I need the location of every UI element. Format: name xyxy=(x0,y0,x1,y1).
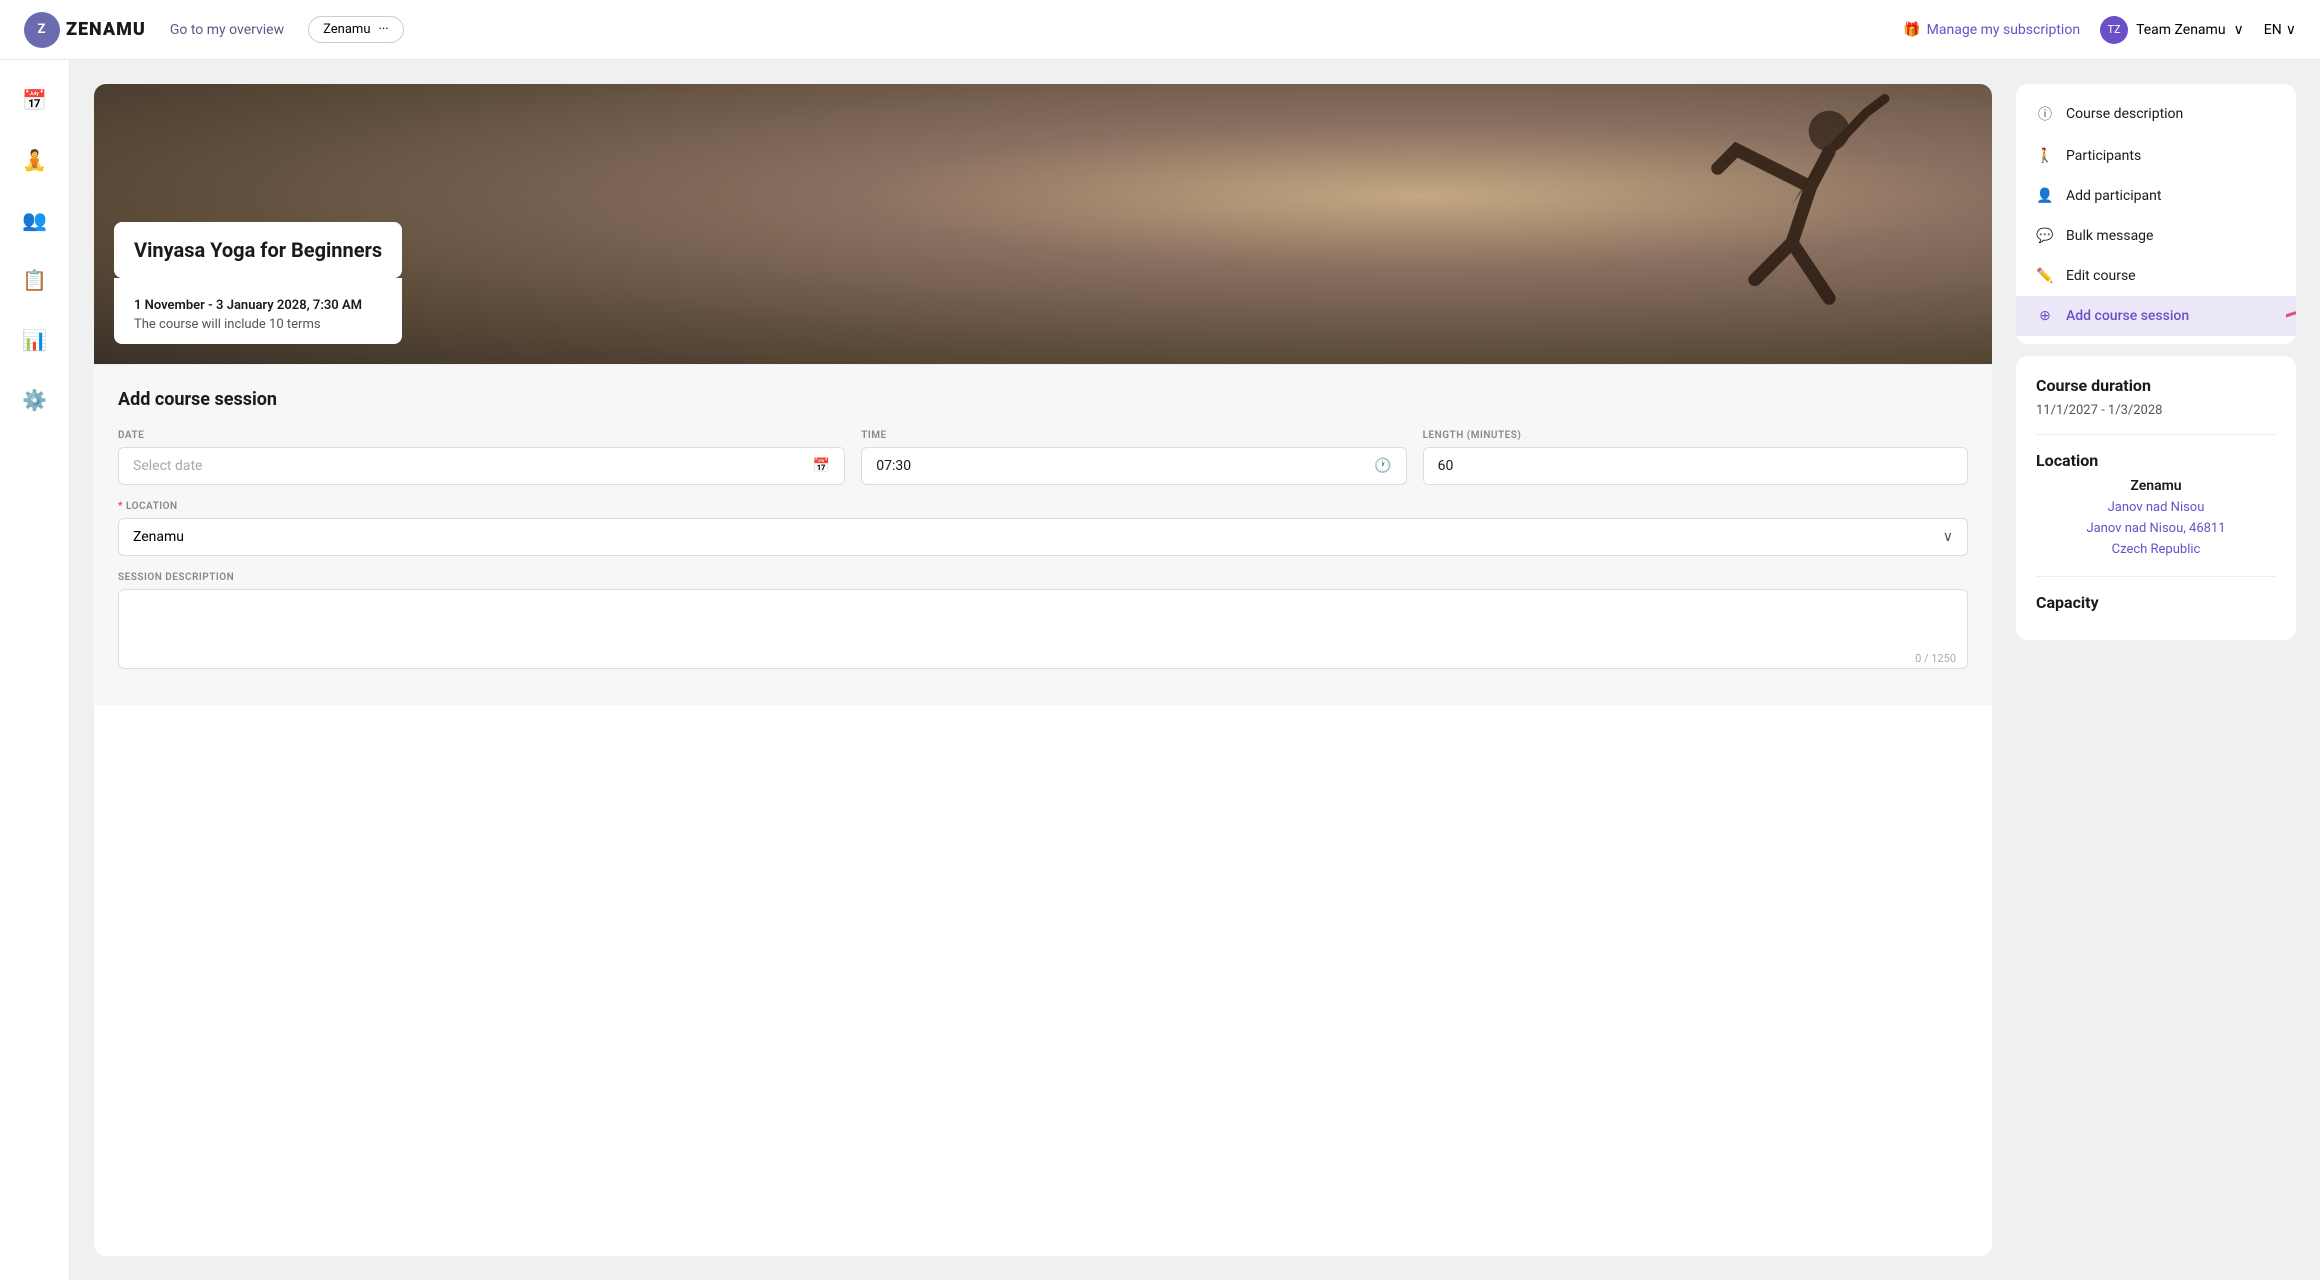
dots-icon: ··· xyxy=(379,22,389,37)
top-navigation: Z ZENAMU Go to my overview Zenamu ··· 🎁 … xyxy=(0,0,2320,60)
message-icon: 💬 xyxy=(2036,228,2054,244)
hero-overlay: Vinyasa Yoga for Beginners 1 November - … xyxy=(94,202,422,364)
gift-icon: 🎁 xyxy=(1903,22,1920,38)
sidebar-item-yoga[interactable]: 🧘 xyxy=(15,140,55,180)
nav-right: 🎁 Manage my subscription TZ Team Zenamu … xyxy=(1903,16,2296,44)
manage-subscription-label: Manage my subscription xyxy=(1927,22,2080,38)
language-label: EN xyxy=(2264,22,2282,38)
location-city: Janov nad Nisou Janov nad Nisou, 46811 C… xyxy=(2036,498,2276,560)
form-title: Add course session xyxy=(118,389,1968,410)
logo-text: ZENAMU xyxy=(66,19,146,40)
right-panel: ⓘ Course description 🚶 Participants 👤 Ad… xyxy=(2016,84,2296,1256)
length-input[interactable]: 60 xyxy=(1423,447,1968,485)
menu-label-add-session: Add course session xyxy=(2066,308,2189,324)
length-value: 60 xyxy=(1438,458,1454,474)
description-label: SESSION DESCRIPTION xyxy=(118,572,1968,583)
participants-icon: 🚶 xyxy=(2036,148,2054,164)
description-textarea[interactable] xyxy=(118,589,1968,669)
course-dates: 11/1/2027 - 1/3/2028 xyxy=(2036,403,2276,418)
description-group: SESSION DESCRIPTION 0 / 1250 xyxy=(118,572,1968,673)
workspace-pill[interactable]: Zenamu ··· xyxy=(308,16,404,43)
course-date-range: 1 November - 3 January 2028, 7:30 AM xyxy=(134,298,382,313)
menu-item-add-participant[interactable]: 👤 Add participant xyxy=(2016,176,2296,216)
logo: Z ZENAMU xyxy=(24,12,146,48)
description-textarea-container: 0 / 1250 xyxy=(118,589,1968,673)
language-selector[interactable]: EN ∨ xyxy=(2264,22,2296,38)
course-info-card: Course duration 11/1/2027 - 1/3/2028 Loc… xyxy=(2016,356,2296,640)
clock-icon: 🕐 xyxy=(1374,458,1391,474)
chevron-down-icon: ∨ xyxy=(2286,22,2296,38)
location-name: Zenamu xyxy=(2036,478,2276,494)
menu-label-add-participant: Add participant xyxy=(2066,188,2161,204)
form-row-1: DATE Select date 📅 TIME 07:30 🕐 xyxy=(118,430,1968,485)
time-group: TIME 07:30 🕐 xyxy=(861,430,1406,485)
add-session-form: Add course session DATE Select date 📅 TI… xyxy=(94,364,1992,705)
time-value: 07:30 xyxy=(876,458,1366,474)
date-input[interactable]: Select date 📅 xyxy=(118,447,845,485)
menu-item-edit-course[interactable]: ✏️ Edit course xyxy=(2016,256,2296,296)
sidebar-item-chart[interactable]: 📊 xyxy=(15,320,55,360)
length-label: LENGTH (MINUTES) xyxy=(1423,430,1968,441)
course-subtitle: The course will include 10 terms xyxy=(134,317,382,332)
right-menu: ⓘ Course description 🚶 Participants 👤 Ad… xyxy=(2016,84,2296,344)
chevron-down-icon: ∨ xyxy=(1943,529,1953,545)
yoga-figure-image xyxy=(1652,94,1932,354)
time-input[interactable]: 07:30 🕐 xyxy=(861,447,1406,485)
form-row-2: LOCATION Zenamu ∨ xyxy=(118,501,1968,556)
calendar-icon: 📅 xyxy=(813,458,830,474)
location-select[interactable]: Zenamu ∨ xyxy=(118,518,1968,556)
location-label: LOCATION xyxy=(118,501,1968,512)
location-group: LOCATION Zenamu ∨ xyxy=(118,501,1968,556)
capacity-title: Capacity xyxy=(2036,593,2276,612)
main-panel: Vinyasa Yoga for Beginners 1 November - … xyxy=(94,84,1992,1256)
sidebar-item-settings[interactable]: ⚙️ xyxy=(15,380,55,420)
overview-link[interactable]: Go to my overview xyxy=(170,22,284,38)
hero-image: Vinyasa Yoga for Beginners 1 November - … xyxy=(94,84,1992,364)
arrow-indicator xyxy=(2286,296,2296,336)
location-section-title: Location xyxy=(2036,451,2276,470)
menu-label-participants: Participants xyxy=(2066,148,2141,164)
sidebar: 📅 🧘 👥 📋 📊 ⚙️ xyxy=(0,60,70,1280)
course-title: Vinyasa Yoga for Beginners xyxy=(134,238,382,262)
char-count: 0 / 1250 xyxy=(1915,652,1956,665)
divider-2 xyxy=(2036,576,2276,577)
add-participant-icon: 👤 xyxy=(2036,188,2054,204)
content-area: Vinyasa Yoga for Beginners 1 November - … xyxy=(70,60,2320,1280)
sidebar-item-calendar[interactable]: 📅 xyxy=(15,80,55,120)
sidebar-item-groups[interactable]: 👥 xyxy=(15,200,55,240)
date-group: DATE Select date 📅 xyxy=(118,430,845,485)
menu-label-course-description: Course description xyxy=(2066,106,2183,122)
right-menu-card: ⓘ Course description 🚶 Participants 👤 Ad… xyxy=(2016,84,2296,344)
date-placeholder: Select date xyxy=(133,458,805,474)
menu-item-add-session[interactable]: ⊕ Add course session xyxy=(2016,296,2296,336)
edit-icon: ✏️ xyxy=(2036,268,2054,284)
team-name: Team Zenamu xyxy=(2136,22,2225,38)
team-avatar: TZ xyxy=(2100,16,2128,44)
location-value: Zenamu xyxy=(133,529,184,545)
length-group: LENGTH (MINUTES) 60 xyxy=(1423,430,1968,485)
add-session-icon: ⊕ xyxy=(2036,308,2054,324)
date-label: DATE xyxy=(118,430,845,441)
divider xyxy=(2036,434,2276,435)
logo-icon: Z xyxy=(24,12,60,48)
hero-title-box: Vinyasa Yoga for Beginners xyxy=(114,222,402,278)
info-icon: ⓘ xyxy=(2036,104,2054,124)
menu-item-participants[interactable]: 🚶 Participants xyxy=(2016,136,2296,176)
sidebar-item-clipboard[interactable]: 📋 xyxy=(15,260,55,300)
team-selector[interactable]: TZ Team Zenamu ∨ xyxy=(2100,16,2244,44)
chevron-down-icon: ∨ xyxy=(2234,22,2244,38)
workspace-label: Zenamu xyxy=(323,22,370,37)
menu-item-bulk-message[interactable]: 💬 Bulk message xyxy=(2016,216,2296,256)
duration-title: Course duration xyxy=(2036,376,2276,395)
menu-label-edit-course: Edit course xyxy=(2066,268,2136,284)
menu-item-course-description[interactable]: ⓘ Course description xyxy=(2016,92,2296,136)
time-label: TIME xyxy=(861,430,1406,441)
menu-label-bulk-message: Bulk message xyxy=(2066,228,2153,244)
manage-subscription-link[interactable]: 🎁 Manage my subscription xyxy=(1903,22,2080,38)
